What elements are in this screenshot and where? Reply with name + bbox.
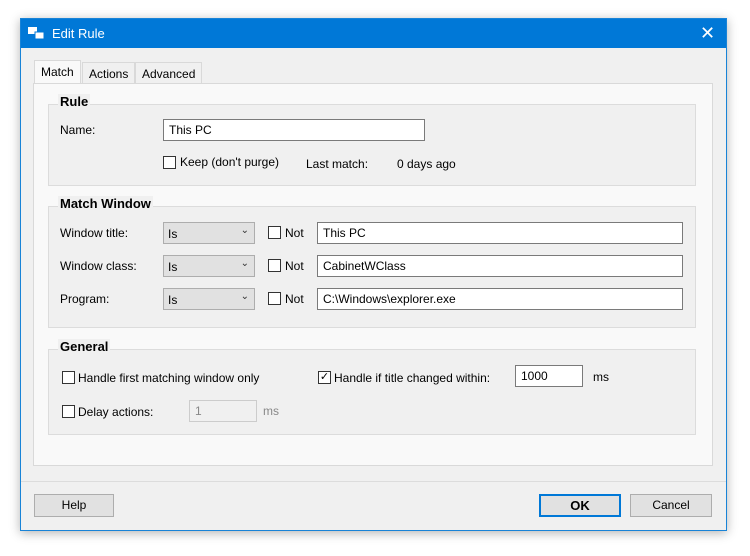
last-match-value: 0 days ago [397, 157, 456, 171]
not-label: Not [285, 292, 304, 306]
delay-unit: ms [263, 404, 279, 418]
operator-select[interactable]: Is ⌄ [163, 288, 255, 310]
help-button[interactable]: Help [34, 494, 114, 517]
delay-input[interactable]: 1 [189, 400, 257, 422]
row-label: Window title: [60, 226, 129, 240]
not-label: Not [285, 226, 304, 240]
divider [21, 481, 726, 482]
close-icon[interactable]: ✕ [689, 19, 726, 48]
name-input[interactable]: This PC [163, 119, 425, 141]
operator-value: Is [168, 260, 178, 274]
not-checkbox[interactable] [268, 259, 281, 272]
value-input[interactable]: C:\Windows\explorer.exe [317, 288, 683, 310]
general-heading: General [58, 339, 111, 354]
title-changed-label: Handle if title changed within: [334, 371, 491, 385]
delay-checkbox[interactable] [62, 405, 75, 418]
not-label: Not [285, 259, 304, 273]
rule-heading: Rule [58, 94, 91, 109]
edit-rule-dialog: Edit Rule ✕ Match Actions Advanced Rule … [20, 18, 727, 531]
operator-value: Is [168, 293, 178, 307]
first-only-checkbox[interactable] [62, 371, 75, 384]
match-window-heading: Match Window [58, 196, 153, 211]
tab-match[interactable]: Match [34, 60, 81, 85]
first-only-label: Handle first matching window only [78, 371, 260, 385]
title-changed-input[interactable]: 1000 [515, 365, 583, 387]
operator-value: Is [168, 227, 178, 241]
general-group: General Handle first matching window onl… [48, 339, 696, 435]
not-checkbox[interactable] [268, 226, 281, 239]
value-input[interactable]: This PC [317, 222, 683, 244]
window-title-row: Window title: Is ⌄ Not This PC [49, 221, 695, 245]
rule-group: Rule Name: This PC Keep (don't purge) La… [48, 94, 696, 186]
ok-button[interactable]: OK [539, 494, 621, 517]
app-icon [28, 27, 45, 40]
not-checkbox[interactable] [268, 292, 281, 305]
row-label: Program: [60, 292, 110, 306]
match-window-group: Match Window Window title: Is ⌄ Not This … [48, 196, 696, 328]
window-class-row: Window class: Is ⌄ Not CabinetWClass [49, 254, 695, 278]
keep-checkbox[interactable] [163, 156, 176, 169]
tab-advanced[interactable]: Advanced [135, 62, 203, 84]
operator-select[interactable]: Is ⌄ [163, 222, 255, 244]
chevron-down-icon: ⌄ [240, 258, 249, 269]
last-match-label: Last match: [306, 157, 369, 171]
operator-select[interactable]: Is ⌄ [163, 255, 255, 277]
title-bar: Edit Rule ✕ [21, 19, 726, 48]
chevron-down-icon: ⌄ [240, 225, 249, 236]
window-title: Edit Rule [52, 26, 105, 41]
match-tab-panel: Rule Name: This PC Keep (don't purge) La… [33, 83, 713, 466]
value-input[interactable]: CabinetWClass [317, 255, 683, 277]
title-changed-unit: ms [593, 370, 609, 384]
program-row: Program: Is ⌄ Not C:\Windows\explorer.exe [49, 287, 695, 311]
title-changed-checkbox[interactable]: ✓ [318, 371, 331, 384]
delay-label: Delay actions: [78, 405, 154, 419]
cancel-button[interactable]: Cancel [630, 494, 712, 517]
name-label: Name: [60, 123, 96, 137]
keep-label: Keep (don't purge) [180, 155, 280, 169]
chevron-down-icon: ⌄ [240, 291, 249, 302]
tab-actions[interactable]: Actions [82, 62, 136, 84]
row-label: Window class: [60, 259, 137, 273]
